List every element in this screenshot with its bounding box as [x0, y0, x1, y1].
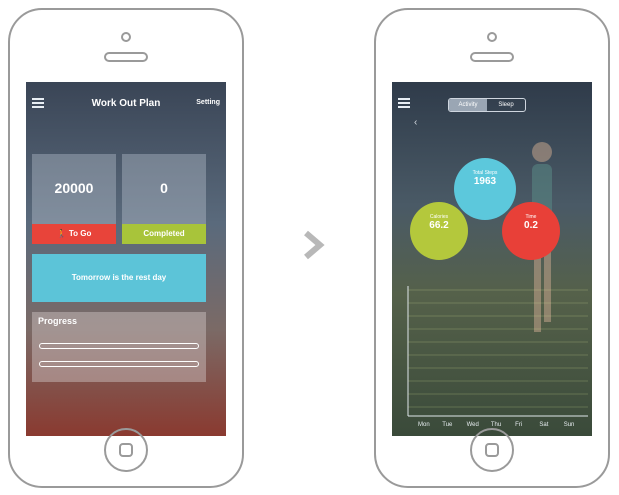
phone-left: Work Out Plan Setting 20000 🚶 To Go 0 Co…	[8, 8, 244, 488]
chart-gridlines	[408, 289, 588, 408]
time-circle: Time 0.2	[502, 202, 560, 260]
activity-screen: Activity Sleep ‹ Total Steps 1963 Calori…	[392, 82, 592, 436]
setting-link[interactable]: Setting	[196, 99, 220, 106]
time-value: 0.2	[524, 220, 538, 231]
workout-plan-screen: Work Out Plan Setting 20000 🚶 To Go 0 Co…	[26, 82, 226, 436]
progress-row-activity	[36, 342, 202, 350]
walk-icon: 🚶	[56, 229, 67, 238]
progress-panel: Progress	[32, 312, 206, 382]
chart-day-label: Tue	[442, 422, 453, 428]
status-bar	[26, 82, 226, 92]
camera-icon	[121, 32, 131, 42]
home-button[interactable]	[104, 428, 148, 472]
tab-sleep[interactable]: Sleep	[487, 99, 525, 111]
phone-right: Activity Sleep ‹ Total Steps 1963 Calori…	[374, 8, 610, 488]
chart-day-label: Wed	[467, 422, 479, 428]
menu-icon[interactable]	[398, 98, 410, 108]
activity-progress-bar	[39, 343, 199, 349]
total-steps-value: 1963	[473, 176, 497, 187]
to-go-label: To Go	[68, 229, 92, 238]
steps-completed-card: 0 Completed	[122, 154, 206, 244]
calories-value: 66.2	[429, 220, 449, 231]
home-button[interactable]	[470, 428, 514, 472]
tab-switcher: Activity Sleep	[448, 98, 526, 112]
speaker-icon	[104, 52, 148, 62]
completed-button[interactable]: Completed	[122, 224, 206, 244]
chevron-right-icon	[304, 230, 325, 260]
steps-completed-value: 0	[160, 180, 168, 196]
status-bar	[392, 82, 592, 92]
sleep-progress-bar	[39, 361, 199, 367]
chart-day-label: Fri	[515, 422, 522, 428]
steps-to-go-card: 20000 🚶 To Go	[32, 154, 116, 244]
to-go-button[interactable]: 🚶 To Go	[32, 224, 116, 244]
chart-day-label: Sat	[539, 422, 548, 428]
rest-day-banner: Tomorrow is the rest day	[32, 254, 206, 302]
speaker-icon	[470, 52, 514, 62]
progress-heading: Progress	[38, 316, 78, 326]
chart-day-label: Mon	[418, 422, 430, 428]
chart-day-label: Sun	[564, 422, 575, 428]
total-steps-circle: Total Steps 1963	[454, 158, 516, 220]
steps-goal-value: 20000	[54, 180, 94, 196]
tab-activity[interactable]: Activity	[449, 99, 487, 111]
chevron-left-icon[interactable]: ‹	[414, 117, 417, 128]
activity-chart: Mon Tue Wed Thu Fri Sat Sun	[407, 286, 588, 428]
progress-row-sleep	[36, 360, 202, 368]
chart-day-labels: Mon Tue Wed Thu Fri Sat Sun	[418, 422, 574, 428]
camera-icon	[487, 32, 497, 42]
calories-circle: Calories 66.2	[410, 202, 468, 260]
